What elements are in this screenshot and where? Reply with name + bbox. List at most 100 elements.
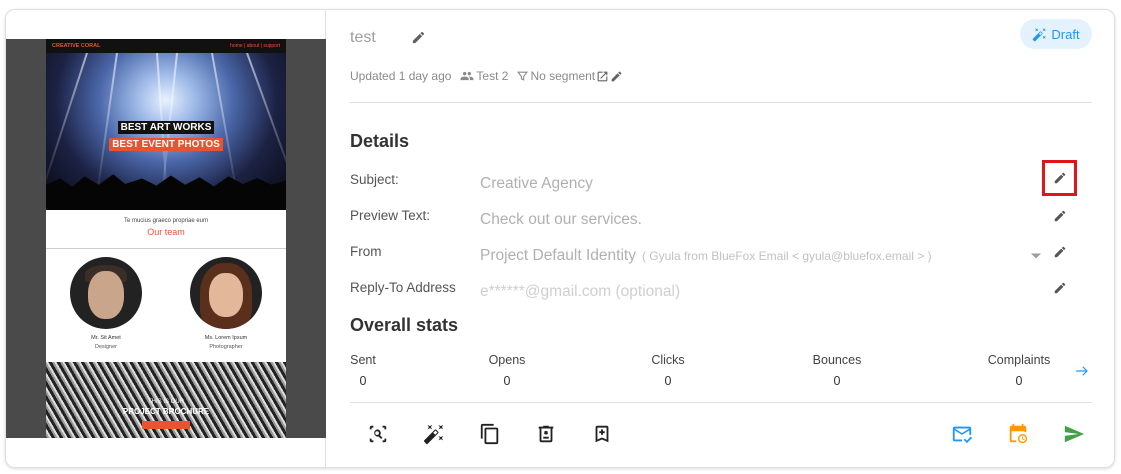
stat-value: 0 xyxy=(833,374,841,388)
schedule-icon xyxy=(1009,423,1028,444)
campaign-card: CREATIVE CORAL home | about | support BE… xyxy=(5,9,1115,468)
edit-preview-text-button[interactable] xyxy=(1048,205,1072,227)
preview-text-label: Preview Text: xyxy=(350,208,431,223)
send-test-button[interactable] xyxy=(950,422,974,446)
subject-label: Subject: xyxy=(350,172,399,187)
segment-name: No segment xyxy=(530,69,596,83)
member-role: Photographer xyxy=(209,344,243,350)
arrow-right-icon xyxy=(1076,366,1088,376)
email-team-heading: Our team xyxy=(147,227,185,237)
from-label: From xyxy=(350,244,382,259)
save-as-template-button[interactable] xyxy=(590,422,614,446)
campaign-details-pane: test Draft Updated 1 day ago Test 2 No s… xyxy=(326,10,1114,467)
overall-stats-heading: Overall stats xyxy=(350,315,459,335)
stat-complaints: Complaints 0 xyxy=(986,353,1052,388)
from-identity: Project Default Identity xyxy=(480,247,636,264)
stat-label: Clicks xyxy=(651,353,685,367)
status-badge: Draft xyxy=(1020,19,1092,49)
caret-down-icon xyxy=(1031,253,1041,259)
duplicate-button[interactable] xyxy=(478,422,502,446)
pencil-icon xyxy=(1054,246,1066,258)
brochure-line-1: THIS IS OUR xyxy=(147,399,184,405)
stat-value: 0 xyxy=(359,374,367,388)
stat-opens: Opens 0 xyxy=(488,353,526,388)
member-name: Ms. Lorem Ipsum xyxy=(204,335,248,341)
hero-title-2: BEST EVENT PHOTOS xyxy=(109,138,223,151)
campaign-title: test xyxy=(350,29,376,46)
member-photo xyxy=(190,257,262,329)
magic-wand-icon xyxy=(423,424,444,445)
stat-sent: Sent 0 xyxy=(350,353,376,388)
send-button[interactable] xyxy=(1062,422,1086,446)
copy-icon xyxy=(480,423,499,445)
mail-check-icon xyxy=(952,426,973,444)
pencil-icon xyxy=(1054,210,1066,222)
edit-reply-to-button[interactable] xyxy=(1048,277,1072,299)
filter-icon xyxy=(517,71,529,81)
team-member: Ms. Lorem Ipsum Photographer xyxy=(176,257,276,362)
member-name: Mr. Sit Amet xyxy=(91,335,121,341)
email-header-bar: CREATIVE CORAL home | about | support xyxy=(46,39,286,53)
pencil-icon xyxy=(1054,172,1066,184)
email-preview: CREATIVE CORAL home | about | support BE… xyxy=(46,39,286,438)
audience-link[interactable]: Test 2 xyxy=(460,69,508,83)
email-intro: Te mucius graeco propriae eum Our team xyxy=(46,210,286,248)
email-preview-pane[interactable]: CREATIVE CORAL home | about | support BE… xyxy=(6,10,326,467)
stat-label: Sent xyxy=(350,353,376,367)
team-member: Mr. Sit Amet Designer xyxy=(56,257,156,362)
delete-button[interactable] xyxy=(534,422,558,446)
stat-label: Opens xyxy=(488,353,526,367)
email-brand: CREATIVE CORAL xyxy=(52,43,101,49)
member-role: Designer xyxy=(94,344,117,350)
edit-from-button[interactable] xyxy=(1048,241,1072,263)
member-photo xyxy=(70,257,142,329)
view-stats-button[interactable] xyxy=(1071,362,1093,380)
pencil-icon xyxy=(1054,282,1066,294)
email-hero-image: BEST ART WORKS BEST EVENT PHOTOS xyxy=(46,53,286,210)
stat-value: 0 xyxy=(1015,374,1023,388)
magic-wand-icon xyxy=(1033,27,1047,41)
stats-divider xyxy=(350,402,1092,403)
people-icon xyxy=(461,71,474,81)
pencil-icon xyxy=(611,71,622,81)
hero-title-1: BEST ART WORKS xyxy=(117,121,215,134)
details-heading: Details xyxy=(350,131,410,151)
stat-label: Bounces xyxy=(812,353,862,367)
preview-text-value[interactable]: Check out our services. xyxy=(480,211,642,229)
email-preview-frame[interactable]: CREATIVE CORAL home | about | support BE… xyxy=(6,39,326,438)
header-divider xyxy=(350,102,1092,103)
delete-icon xyxy=(538,425,554,443)
edit-segment-button[interactable] xyxy=(610,70,623,83)
bookmark-add-icon xyxy=(595,425,609,443)
email-nav-links: home | about | support xyxy=(230,43,280,49)
subject-value[interactable]: Creative Agency xyxy=(480,175,593,193)
stat-value: 0 xyxy=(503,374,511,388)
pencil-icon xyxy=(412,31,424,43)
stat-clicks: Clicks 0 xyxy=(648,353,688,388)
schedule-button[interactable] xyxy=(1006,422,1030,446)
status-badge-label: Draft xyxy=(1051,26,1080,42)
updated-time: Updated 1 day ago xyxy=(350,69,452,83)
inspect-button[interactable] xyxy=(366,422,390,446)
edit-title-button[interactable] xyxy=(406,25,430,49)
email-brochure-banner: THIS IS OUR PROJECT BROCHURE xyxy=(46,362,286,438)
inspect-icon xyxy=(369,425,387,443)
stat-label: Complaints xyxy=(987,353,1051,367)
audience-name: Test 2 xyxy=(476,69,509,83)
email-intro-text: Te mucius graeco propriae eum xyxy=(123,218,209,224)
reply-to-input[interactable]: e******@gmail.com (optional) xyxy=(480,283,680,301)
stat-bounces: Bounces 0 xyxy=(810,353,864,388)
campaign-meta: Updated 1 day ago Test 2 No segment xyxy=(350,69,623,83)
from-identity-hint: ( Gyula from BlueFox Email < gyula@bluef… xyxy=(641,249,932,263)
open-external-icon xyxy=(597,71,608,81)
from-select[interactable]: Project Default Identity ( Gyula from Blu… xyxy=(480,247,932,265)
brochure-line-2: PROJECT BROCHURE xyxy=(122,407,210,416)
edit-subject-button[interactable] xyxy=(1048,167,1072,189)
reply-to-label: Reply-To Address xyxy=(350,280,456,295)
from-dropdown-toggle[interactable] xyxy=(1028,248,1044,264)
open-segment-button[interactable] xyxy=(596,70,609,83)
send-icon xyxy=(1064,425,1085,443)
team-row: Mr. Sit Amet Designer Ms. Lorem Ipsum Ph… xyxy=(46,249,286,362)
ai-assist-button[interactable] xyxy=(422,422,446,446)
segment-link[interactable]: No segment xyxy=(517,69,595,83)
